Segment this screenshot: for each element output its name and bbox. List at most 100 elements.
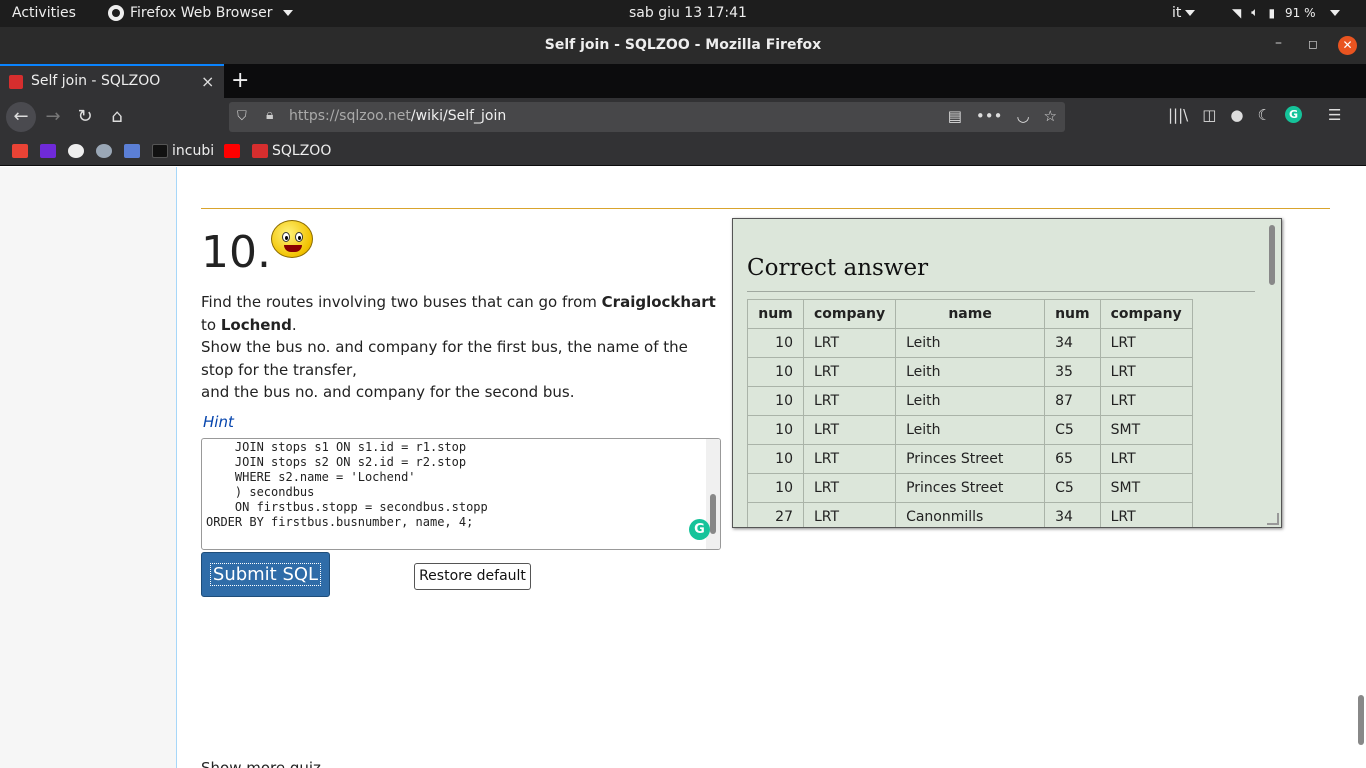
table-row: 10 LRT Leith C5 SMT [747, 415, 1193, 445]
purple-bookmark-icon[interactable] [40, 144, 56, 158]
resize-handle[interactable] [1267, 513, 1279, 525]
navigation-toolbar: ← → ↻ ⌂ ⛉ 🔒︎ https://sqlzoo.net/wiki/Sel… [0, 98, 1366, 136]
correct-answer-panel: Correct answer num company name num comp… [732, 218, 1282, 528]
table-cell: 10 [747, 328, 804, 358]
grammarly-icon[interactable]: G [689, 519, 710, 540]
table-row: 10 LRT Leith 34 LRT [747, 328, 1193, 358]
library-icon[interactable]: |||\ [1168, 106, 1188, 124]
gmail-bookmark-icon[interactable] [12, 144, 28, 158]
table-row: 10 LRT Princes Street C5 SMT [747, 473, 1193, 503]
table-cell: SMT [1099, 473, 1193, 503]
table-cell: Leith [895, 328, 1046, 358]
home-button[interactable]: ⌂ [104, 104, 130, 130]
page-scrollbar[interactable] [1354, 167, 1366, 768]
window-title-bar: Self join - SQLZOO - Mozilla Firefox – ◻… [0, 27, 1366, 64]
reload-button[interactable]: ↻ [72, 104, 98, 130]
github-bookmark-icon[interactable] [68, 144, 84, 158]
language-indicator[interactable]: it [1172, 5, 1196, 21]
smiley-icon [271, 220, 313, 258]
grammarly-extension-icon[interactable]: G [1284, 106, 1302, 123]
heading-underline [747, 291, 1255, 292]
table-cell: 35 [1044, 357, 1101, 387]
close-window-button[interactable]: ✕ [1338, 36, 1357, 55]
reader-view-icon[interactable]: ▤ [948, 107, 962, 125]
minimize-button[interactable]: – [1275, 35, 1282, 51]
wifi-icon: ◥ [1232, 5, 1242, 20]
clock[interactable]: sab giu 13 17:41 [629, 5, 747, 21]
tab-self-join[interactable]: Self join - SQLZOO × [0, 64, 224, 98]
app-menu[interactable]: Firefox Web Browser [108, 5, 293, 21]
forward-button[interactable]: → [40, 104, 66, 130]
table-cell: Leith [895, 357, 1046, 387]
partial-bottom-text: Show more quiz... [201, 759, 336, 768]
table-row: 10 LRT Princes Street 65 LRT [747, 444, 1193, 474]
answer-scroll-thumb[interactable] [1269, 225, 1275, 285]
answer-table: num company name num company 10 LRT Leith 3… [747, 299, 1193, 527]
circle-bookmark-icon[interactable] [96, 144, 112, 158]
firefox-icon [108, 5, 124, 21]
pocket-icon[interactable]: ◡ [1016, 107, 1029, 125]
answer-scrollbar[interactable] [1269, 221, 1279, 525]
sql-code[interactable]: JOIN stops s1 ON s1.id = r1.stop JOIN st… [206, 440, 488, 530]
address-bar[interactable]: ⛉ 🔒︎ https://sqlzoo.net/wiki/Self_join ▤… [229, 102, 1065, 132]
table-cell: LRT [1099, 444, 1193, 474]
table-cell: Princes Street [895, 473, 1046, 503]
table-cell: LRT [802, 444, 897, 474]
restore-default-button[interactable]: Restore default [414, 563, 531, 590]
page-content: 10. Find the routes involving two buses … [0, 167, 1366, 768]
table-cell: Princes Street [895, 444, 1046, 474]
question-text-2: to [201, 315, 221, 334]
table-cell: LRT [1099, 386, 1193, 416]
submit-sql-label: Submit SQL [209, 563, 322, 586]
page-actions-icon[interactable]: ••• [976, 107, 1003, 125]
lock-icon[interactable]: 🔒︎ [266, 107, 273, 123]
question-text-1: Find the routes involving two buses that… [201, 293, 602, 311]
smiley-right-eye [295, 232, 303, 242]
table-cell: C5 [1044, 415, 1101, 445]
section-divider [201, 208, 1330, 209]
dark-reader-icon[interactable]: ☾ [1258, 106, 1271, 124]
sqlzoo-bookmark[interactable]: SQLZOO [272, 143, 331, 159]
window-title: Self join - SQLZOO - Mozilla Firefox [544, 37, 822, 53]
sql-editor[interactable]: JOIN stops s1 ON s1.id = r1.stop JOIN st… [201, 438, 721, 550]
bookmark-star-icon[interactable]: ☆ [1044, 107, 1057, 125]
system-status-area[interactable]: ◥ 🔈︎ ▮ 91 % [1232, 5, 1340, 20]
sqlzoo-favicon-icon [9, 75, 23, 89]
table-cell: LRT [802, 473, 897, 503]
url-path: /wiki/Self_join [410, 108, 507, 124]
table-cell: LRT [802, 386, 897, 416]
table-row: 27 LRT Canonmills 34 LRT [747, 502, 1193, 527]
table-cell: 10 [747, 386, 804, 416]
page-scroll-thumb[interactable] [1358, 695, 1364, 745]
chevron-down-icon [1329, 9, 1340, 16]
account-icon[interactable]: ● [1230, 106, 1243, 124]
incubi-bookmark[interactable]: incubi [172, 143, 214, 159]
table-row: 10 LRT Leith 35 LRT [747, 357, 1193, 387]
back-button[interactable]: ← [6, 102, 36, 132]
sql-editor-scroll-thumb[interactable] [710, 494, 716, 534]
url-actions: ▤ ••• ◡ ☆ [948, 107, 1057, 125]
bookmarks-toolbar: incubi SQLZOO [0, 136, 1366, 166]
column-header: name [895, 299, 1046, 329]
table-cell: 10 [747, 415, 804, 445]
sidebar-icon[interactable]: ◫ [1202, 106, 1216, 124]
table-cell: 34 [1044, 328, 1101, 358]
table-cell: LRT [1099, 502, 1193, 527]
chevron-down-icon [282, 10, 293, 16]
table-cell: 87 [1044, 386, 1101, 416]
menu-icon[interactable]: ☰ [1328, 106, 1341, 124]
youtube-bookmark-icon[interactable] [224, 144, 240, 158]
column-header: company [1099, 299, 1193, 329]
new-tab-button[interactable]: + [231, 68, 249, 93]
sqlzoo-bookmark-icon [252, 144, 268, 158]
volume-icon: 🔈︎ [1251, 5, 1259, 19]
chevron-down-icon [1185, 10, 1196, 16]
maximize-button[interactable]: ◻ [1308, 37, 1318, 51]
hint-link[interactable]: Hint [203, 413, 234, 431]
close-tab-icon[interactable]: × [201, 72, 214, 91]
activities-button[interactable]: Activities [12, 5, 76, 21]
tracking-shield-icon[interactable]: ⛉ [237, 109, 247, 124]
translate-bookmark-icon[interactable] [124, 144, 140, 158]
submit-sql-button[interactable]: Submit SQL [201, 552, 330, 597]
smiley-left-eye [282, 232, 290, 242]
